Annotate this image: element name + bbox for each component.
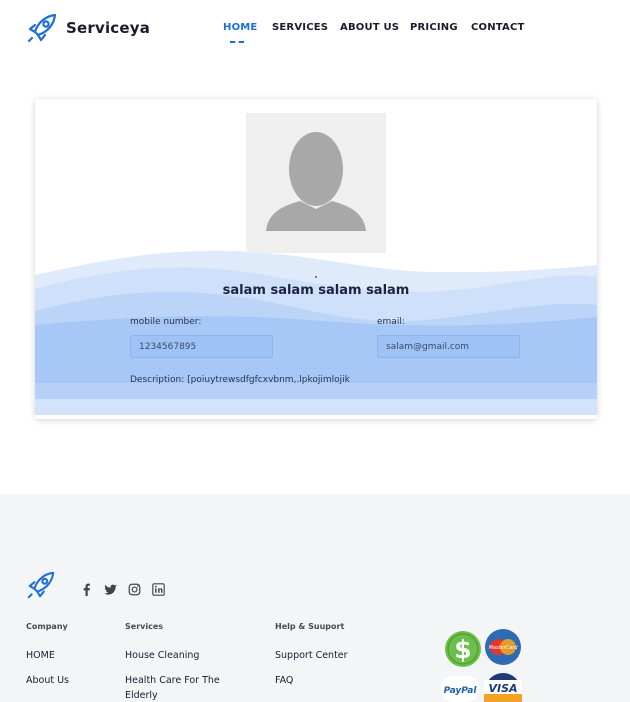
footer-link-faq[interactable]: FAQ [275,673,293,688]
profile-card: salam salam salam salam mobile number: 1… [35,99,597,419]
footer-rocket-logo-icon[interactable] [26,570,56,604]
dollar-icon: $ [444,630,482,672]
mobile-label: mobile number: [130,317,202,327]
footer-link-support-center[interactable]: Support Center [275,648,348,663]
svg-text:MasterCard: MasterCard [489,645,519,651]
decorative-dot [315,276,317,278]
mobile-field[interactable]: 1234567895 [130,335,273,358]
main-nav: HOME SERVICES ABOUT US PRICING CONTACT [0,22,630,43]
email-field[interactable]: salam@gmail.com [377,335,520,358]
footer-help-heading: Help & Suuport [275,622,345,631]
nav-active-indicator [230,41,244,43]
visa-icon: VISA [484,672,522,702]
linkedin-icon[interactable] [151,582,165,596]
footer-link-house-cleaning[interactable]: House Cleaning [125,648,199,663]
profile-name: salam salam salam salam [222,283,410,298]
instagram-icon[interactable] [127,582,141,596]
avatar [246,113,386,253]
user-placeholder-icon [266,132,366,231]
footer-link-about-us[interactable]: About Us [26,673,69,688]
mastercard-icon: MasterCard [484,628,522,670]
footer-company-heading: Company [26,622,68,631]
nav-services[interactable]: SERVICES [272,22,328,33]
facebook-icon[interactable] [79,582,93,596]
rocket-icon [27,571,55,599]
svg-text:VISA: VISA [488,682,517,695]
footer-services-heading: Services [125,622,164,631]
email-label: email: [377,317,405,327]
paypal-icon: PayPal [441,676,479,702]
site-header: Serviceya HOME SERVICES ABOUT US PRICING… [0,0,630,60]
nav-pricing[interactable]: PRICING [410,22,458,33]
footer-link-elderly-care[interactable]: Health Care For The Elderly [125,673,235,702]
svg-text:$: $ [454,635,471,664]
profile-description: Description: [poiuytrewsdfgfcxvbnm,.lpko… [130,375,350,385]
twitter-icon[interactable] [103,582,117,596]
nav-contact[interactable]: CONTACT [471,22,525,33]
nav-about-us[interactable]: ABOUT US [340,22,399,33]
nav-home[interactable]: HOME [223,22,257,33]
svg-text:PayPal: PayPal [444,686,478,696]
site-footer: Company HOME About Us Services House Cle… [0,494,630,702]
footer-link-home[interactable]: HOME [26,648,55,663]
